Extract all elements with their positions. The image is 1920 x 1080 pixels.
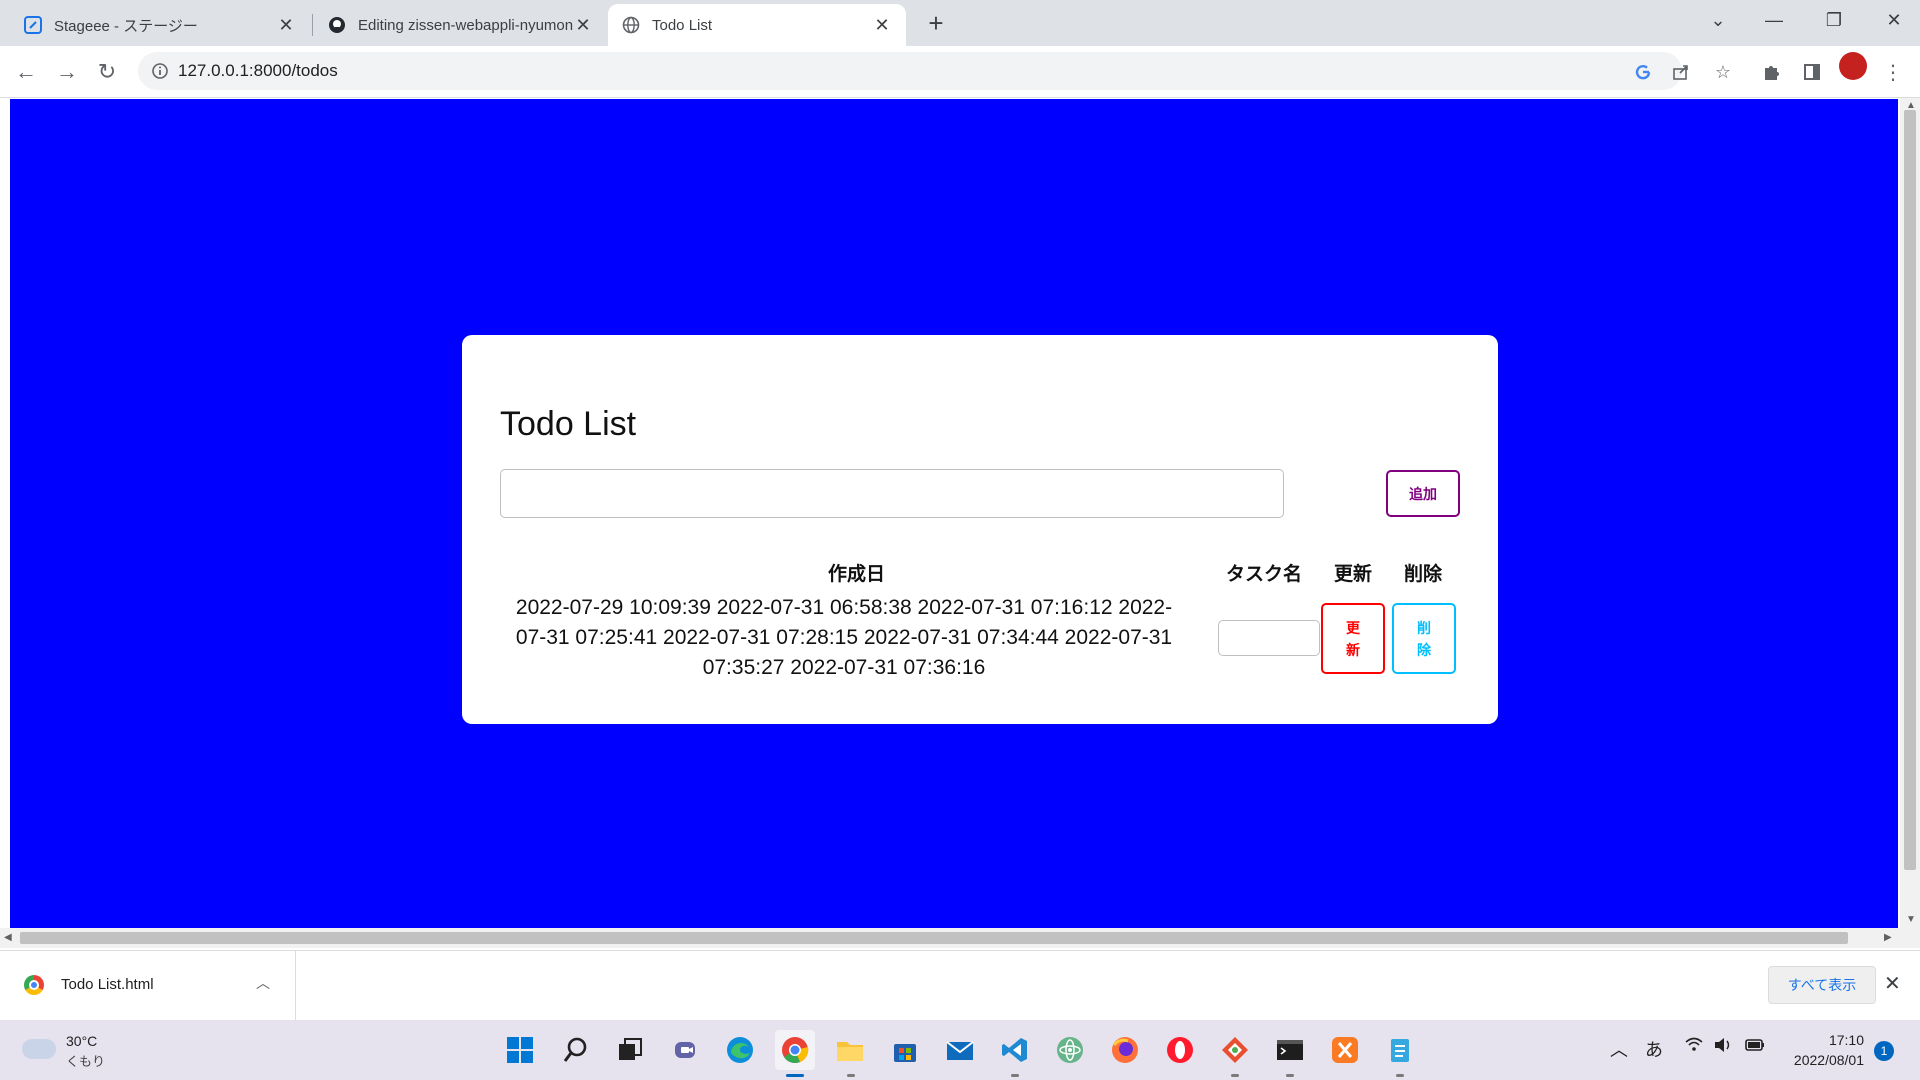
start-windows-icon[interactable] <box>500 1030 540 1070</box>
scroll-right-arrow-icon[interactable]: ▶ <box>1884 932 1892 943</box>
page-viewport: Todo List 追加 作成日 タスク名 更新 削除 2022-07-29 1… <box>0 98 1920 950</box>
close-tab-icon[interactable]: ✕ <box>573 15 593 35</box>
page-background: Todo List 追加 作成日 タスク名 更新 削除 2022-07-29 1… <box>10 99 1898 928</box>
google-translate-icon[interactable] <box>1632 61 1654 83</box>
firefox-icon[interactable] <box>1105 1030 1145 1070</box>
tab-title: Editing zissen-webappli-nyumon <box>358 16 573 34</box>
windows-taskbar: 30°C くもり ︿ あ 17:10 2022/08/01 1 <box>0 1020 1920 1080</box>
extensions-puzzle-icon[interactable] <box>1756 56 1788 88</box>
taskbar-running-indicator <box>1231 1074 1239 1077</box>
battery-icon[interactable] <box>1745 1036 1765 1059</box>
hidden-icons-chevron-icon[interactable]: ︿ <box>1610 1036 1628 1062</box>
notepad-icon[interactable] <box>1380 1030 1420 1070</box>
scroll-left-arrow-icon[interactable]: ◀ <box>4 932 12 943</box>
created-dates: 2022-07-29 10:09:39 2022-07-31 06:58:38 … <box>515 596 1173 679</box>
close-tab-icon[interactable]: ✕ <box>872 15 892 35</box>
tab-todo-list[interactable]: Todo List ✕ <box>608 4 906 46</box>
scroll-down-arrow-icon[interactable]: ▼ <box>1906 914 1916 925</box>
mail-icon[interactable] <box>940 1030 980 1070</box>
column-header-created: 作成日 <box>828 564 886 585</box>
tab-github[interactable]: Editing zissen-webappli-nyumon ✕ <box>314 4 607 46</box>
taskbar-running-indicator <box>847 1074 855 1077</box>
terminal-icon[interactable] <box>1270 1030 1310 1070</box>
opera-icon[interactable] <box>1160 1030 1200 1070</box>
vertical-scroll-thumb[interactable] <box>1904 110 1916 870</box>
todo-card: Todo List 追加 作成日 タスク名 更新 削除 2022-07-29 1… <box>462 335 1498 724</box>
download-bar: Todo List.html ︿ すべて表示 ✕ <box>0 950 1920 1021</box>
weather-temperature: 30°C <box>66 1033 98 1049</box>
side-panel-icon[interactable] <box>1796 56 1828 88</box>
chrome-browser-icon[interactable] <box>775 1030 815 1070</box>
column-header-delete: 削除 <box>1404 564 1443 585</box>
share-icon[interactable] <box>1670 61 1692 83</box>
microsoft-store-icon[interactable] <box>885 1030 925 1070</box>
add-button[interactable]: 追加 <box>1386 470 1460 517</box>
forward-arrow-icon[interactable]: → <box>51 56 83 88</box>
vscode-icon[interactable] <box>995 1030 1035 1070</box>
url-text: 127.0.0.1:8000/todos <box>178 61 338 80</box>
bookmark-star-icon[interactable]: ☆ <box>1712 61 1734 83</box>
atom-editor-icon[interactable] <box>1050 1030 1090 1070</box>
notification-badge[interactable]: 1 <box>1874 1041 1894 1061</box>
clock-date: 2022/08/01 <box>1793 1052 1864 1068</box>
close-download-bar-icon[interactable]: ✕ <box>1884 971 1901 996</box>
taskbar-running-indicator <box>1011 1074 1019 1077</box>
show-all-button[interactable]: すべて表示 <box>1768 966 1876 1004</box>
system-clock[interactable]: 17:10 2022/08/01 <box>1780 1030 1864 1070</box>
taskbar-active-indicator <box>786 1074 804 1077</box>
close-window-button[interactable]: ✕ <box>1866 0 1920 40</box>
tab-stageee[interactable]: Stageee - ステージー ✕ <box>10 4 310 46</box>
column-header-task-name: タスク名 <box>1226 564 1303 585</box>
tab-strip: Stageee - ステージー ✕ Editing zissen-webappl… <box>0 0 1920 46</box>
globe-icon <box>622 16 640 34</box>
reload-icon[interactable]: ↻ <box>91 56 123 88</box>
restore-button[interactable]: ❐ <box>1806 0 1862 40</box>
horizontal-scrollbar[interactable]: ◀ ▶ <box>0 928 1920 948</box>
taskbar-running-indicator <box>1286 1074 1294 1077</box>
tab-title: Todo List <box>652 16 713 34</box>
clock-time: 17:10 <box>1828 1032 1864 1048</box>
github-favicon-icon <box>328 16 346 34</box>
download-item[interactable]: Todo List.html ︿ <box>0 951 296 1021</box>
close-tab-icon[interactable]: ✕ <box>276 15 296 35</box>
browser-toolbar: ← → ↻ 127.0.0.1:8000/todos ☆ ⋮ <box>0 46 1920 98</box>
edge-browser-icon[interactable] <box>720 1030 760 1070</box>
column-header-update: 更新 <box>1334 564 1373 585</box>
tab-search-chevron-icon[interactable]: ⌄ <box>1690 0 1746 40</box>
tab-separator <box>312 14 313 36</box>
xampp-icon[interactable] <box>1325 1030 1365 1070</box>
tab-title: Stageee - ステージー <box>54 17 198 35</box>
horizontal-scroll-thumb[interactable] <box>20 932 1848 944</box>
update-button[interactable]: 更新 <box>1321 603 1385 674</box>
profile-avatar[interactable] <box>1839 52 1867 80</box>
task-view-icon[interactable] <box>610 1030 650 1070</box>
task-name-input[interactable] <box>1218 620 1320 656</box>
ime-indicator[interactable]: あ <box>1645 1036 1663 1062</box>
chevron-up-icon[interactable]: ︿ <box>256 973 270 993</box>
git-gui-icon[interactable] <box>1215 1030 1255 1070</box>
site-info-icon[interactable] <box>150 61 170 81</box>
kebab-menu-icon[interactable]: ⋮ <box>1877 56 1909 88</box>
search-icon[interactable] <box>556 1030 596 1070</box>
delete-button[interactable]: 削除 <box>1392 603 1456 674</box>
weather-condition: くもり <box>66 1054 106 1069</box>
minimize-button[interactable]: — <box>1746 0 1802 40</box>
page-title: Todo List <box>500 405 637 443</box>
download-file-name: Todo List.html <box>61 976 154 993</box>
back-arrow-icon[interactable]: ← <box>10 56 42 88</box>
chrome-file-icon <box>24 975 44 995</box>
new-task-input[interactable] <box>500 469 1284 518</box>
file-explorer-icon[interactable] <box>830 1030 870 1070</box>
wifi-icon[interactable] <box>1684 1036 1704 1059</box>
teams-chat-icon[interactable] <box>666 1030 706 1070</box>
address-bar[interactable]: 127.0.0.1:8000/todos ☆ <box>138 52 1731 90</box>
weather-widget[interactable]: 30°C くもり <box>22 1031 132 1071</box>
volume-icon[interactable] <box>1713 1036 1733 1059</box>
vertical-scrollbar[interactable]: ▲ ▼ <box>1900 98 1920 928</box>
new-tab-button[interactable]: + <box>922 8 950 38</box>
taskbar-running-indicator <box>1396 1074 1404 1077</box>
stageee-favicon-icon <box>24 16 42 34</box>
cloud-icon <box>22 1039 56 1059</box>
